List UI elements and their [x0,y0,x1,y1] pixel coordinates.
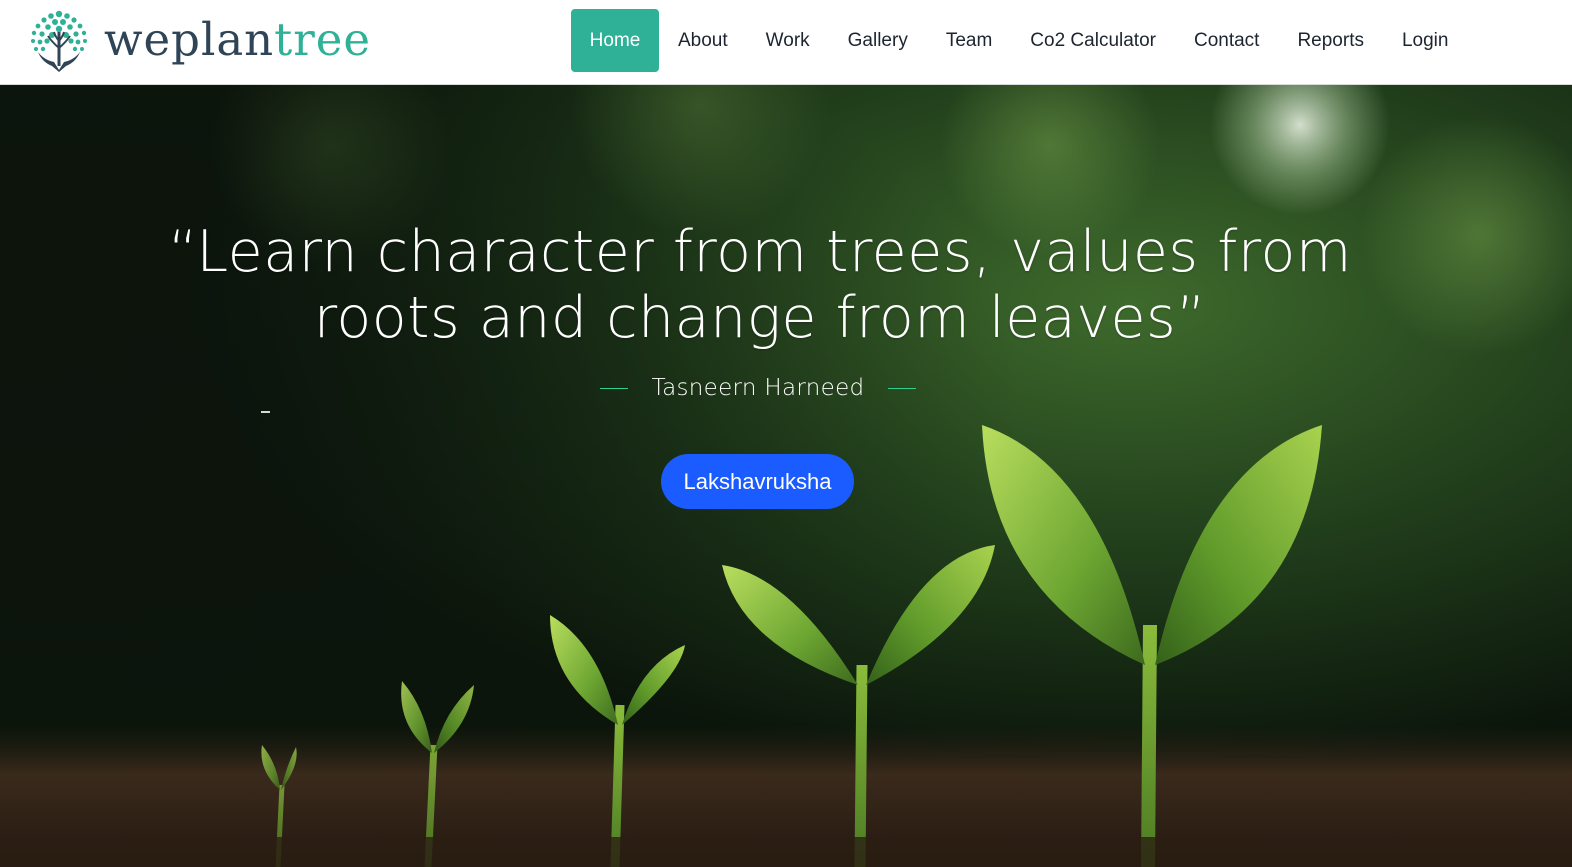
nav-home[interactable]: Home [571,9,659,72]
lakshavruksha-button[interactable]: Lakshavruksha [661,454,854,509]
attribution-dash-right [888,387,917,389]
brand-name-accent: tree [274,12,372,66]
attribution-dash-left [599,387,628,389]
brand-wordmark: weplantree [104,17,371,62]
nav-co2-calculator[interactable]: Co2 Calculator [1030,9,1156,72]
quote-attribution: Tasneern Harneed [560,373,956,403]
main-nav: Home About Work Gallery Team Co2 Calcula… [571,9,1448,72]
brand-logo[interactable]: weplantree [26,8,371,74]
nav-team[interactable]: Team [946,9,992,72]
hero-stray-mark [261,411,270,413]
hero-section: “Learn character from trees, values from… [0,85,1572,867]
hero-quote-line-1: “Learn character from trees, values from [168,219,1352,285]
nav-reports[interactable]: Reports [1297,9,1364,72]
nav-about[interactable]: About [678,9,728,72]
quote-author: Tasneern Harneed [651,375,865,401]
hero-quote: “Learn character from trees, values from… [160,219,1360,351]
nav-login[interactable]: Login [1402,9,1449,72]
nav-contact[interactable]: Contact [1194,9,1259,72]
nav-gallery[interactable]: Gallery [848,9,908,72]
nav-work[interactable]: Work [766,9,810,72]
hero-quote-line-2: roots and change from leaves” [313,285,1207,351]
brand-name-primary: weplan [104,12,275,66]
site-header: weplantree Home About Work Gallery Team … [0,0,1572,85]
tree-in-hand-icon [31,10,87,72]
